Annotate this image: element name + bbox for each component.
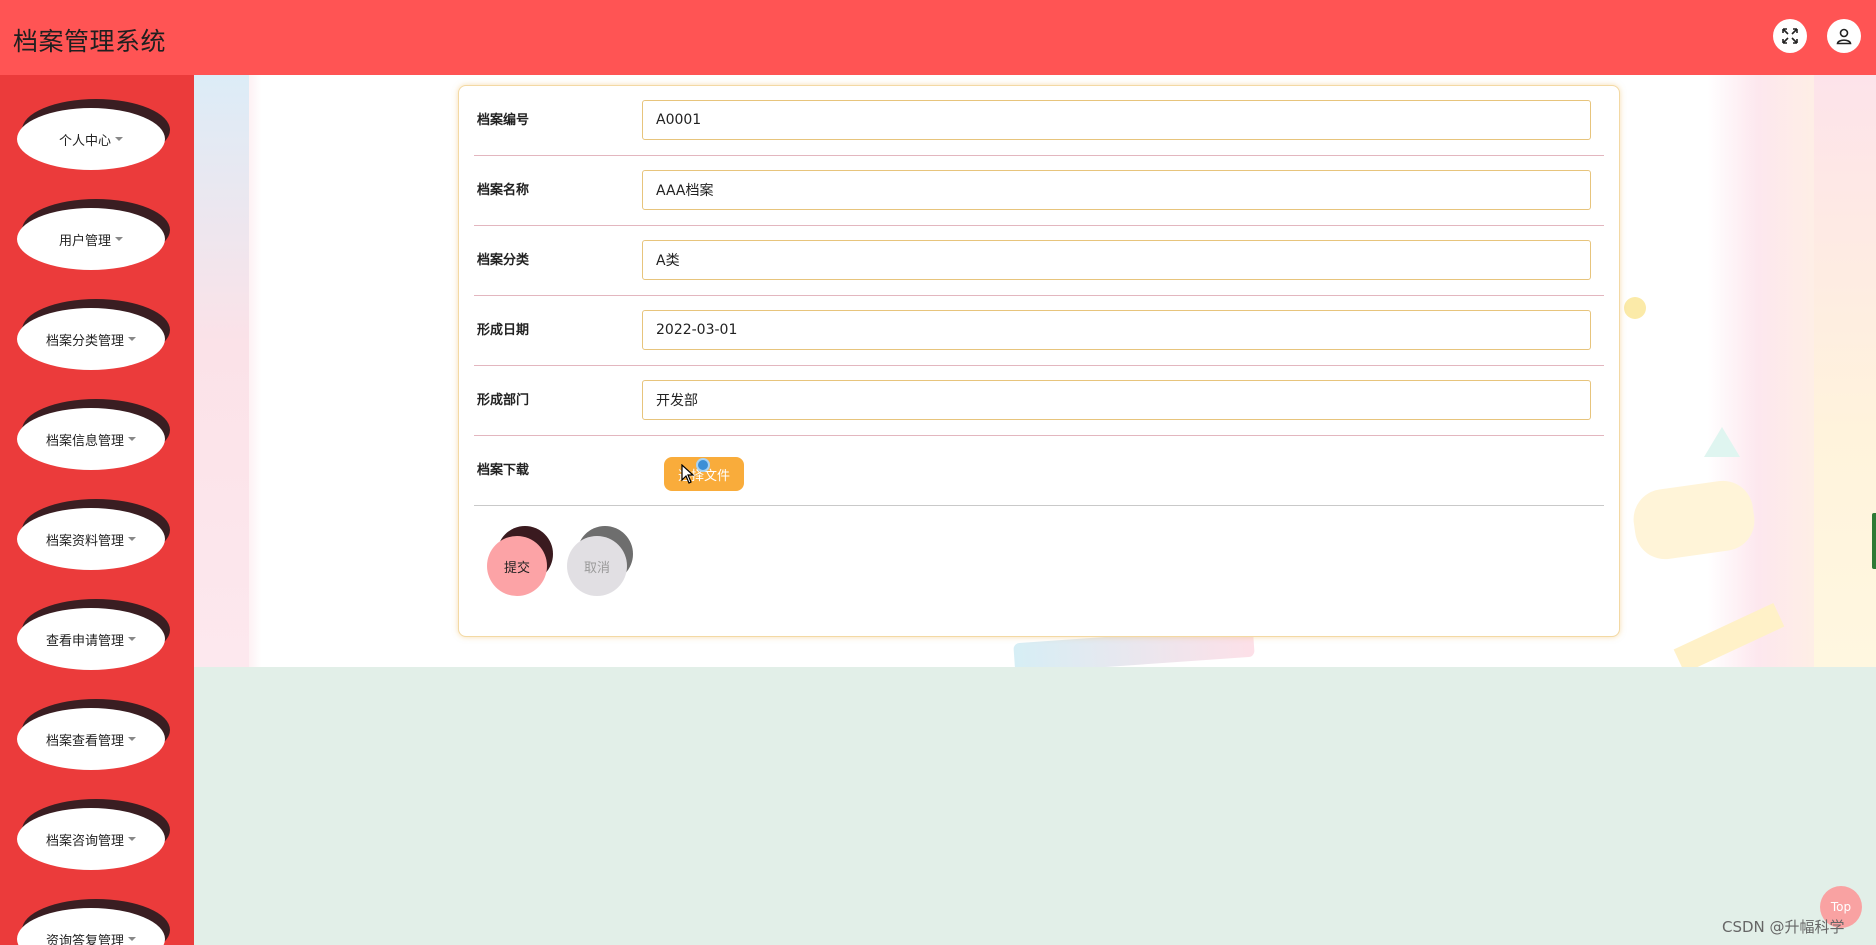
field-label: 档案名称 bbox=[477, 183, 530, 198]
sidebar-item-user-management[interactable]: 用户管理 bbox=[17, 199, 170, 275]
caret-down-icon bbox=[128, 937, 136, 941]
sidebar-item-view-request-management[interactable]: 查看申请管理 bbox=[17, 599, 170, 675]
formation-date-input[interactable] bbox=[642, 310, 1591, 350]
top-header: 档案管理系统 bbox=[0, 0, 1876, 75]
sidebar-item-archive-info-management[interactable]: 档案信息管理 bbox=[17, 399, 170, 475]
cursor-loading-icon bbox=[696, 458, 710, 472]
field-label: 档案分类 bbox=[477, 253, 530, 268]
sidebar-item-label: 档案资料管理 bbox=[45, 533, 124, 549]
decor-dot bbox=[1624, 297, 1646, 319]
sidebar-item-label: 资询答复管理 bbox=[45, 933, 124, 945]
sidebar-item-archive-material-management[interactable]: 档案资料管理 bbox=[17, 499, 170, 575]
sidebar-item-label: 个人中心 bbox=[58, 133, 111, 149]
field-label: 档案下载 bbox=[477, 463, 530, 478]
caret-down-icon bbox=[128, 737, 136, 741]
form-row-archive-name: 档案名称 bbox=[474, 156, 1604, 226]
cancel-button-wrap: 取消 bbox=[567, 526, 637, 596]
fullscreen-icon bbox=[1782, 28, 1798, 44]
form-row-archive-number: 档案编号 bbox=[474, 86, 1604, 156]
sidebar-item-label: 用户管理 bbox=[58, 233, 111, 249]
fullscreen-button[interactable] bbox=[1773, 19, 1807, 53]
mouse-cursor-icon bbox=[681, 464, 695, 484]
decor-shape bbox=[1629, 476, 1759, 564]
sidebar-item-personal-center[interactable]: 个人中心 bbox=[17, 99, 170, 175]
right-edge-tab[interactable] bbox=[1872, 513, 1876, 569]
archive-name-input[interactable] bbox=[642, 170, 1591, 210]
sidebar-item-reply-management[interactable]: 资询答复管理 bbox=[17, 899, 170, 945]
sidebar-item-archive-view-management[interactable]: 档案查看管理 bbox=[17, 699, 170, 775]
app-title: 档案管理系统 bbox=[13, 27, 167, 56]
form-row-archive-category: 档案分类 bbox=[474, 226, 1604, 296]
sidebar-item-category-management[interactable]: 档案分类管理 bbox=[17, 299, 170, 375]
caret-down-icon bbox=[115, 137, 123, 141]
sidebar-item-label: 查看申请管理 bbox=[45, 633, 124, 649]
cancel-button[interactable]: 取消 bbox=[567, 536, 627, 596]
caret-down-icon bbox=[128, 837, 136, 841]
sidebar-item-label: 档案咨询管理 bbox=[45, 833, 124, 849]
sidebar-item-label: 档案查看管理 bbox=[45, 733, 124, 749]
sidebar-item-consult-management[interactable]: 档案咨询管理 bbox=[17, 799, 170, 875]
archive-number-input[interactable] bbox=[642, 100, 1591, 140]
form-row-archive-download: 档案下载 选择文件 bbox=[474, 436, 1604, 506]
user-button[interactable] bbox=[1827, 19, 1861, 53]
caret-down-icon bbox=[128, 537, 136, 541]
decor-left-strip bbox=[194, 75, 249, 667]
form-row-formation-date: 形成日期 bbox=[474, 296, 1604, 366]
decor-yellow bbox=[1673, 602, 1785, 667]
field-label: 形成日期 bbox=[477, 323, 530, 338]
user-icon bbox=[1836, 28, 1852, 45]
formation-department-input[interactable] bbox=[642, 380, 1591, 420]
sidebar: 个人中心 用户管理 档案分类管理 档案信息管理 档案资料管理 查看申请管理 档案… bbox=[0, 75, 194, 945]
archive-category-input[interactable] bbox=[642, 240, 1591, 280]
field-label: 形成部门 bbox=[477, 393, 530, 408]
submit-button-wrap: 提交 bbox=[487, 526, 557, 596]
caret-down-icon bbox=[115, 237, 123, 241]
caret-down-icon bbox=[128, 337, 136, 341]
caret-down-icon bbox=[128, 437, 136, 441]
field-label: 档案编号 bbox=[477, 113, 530, 128]
decor-triangle bbox=[1704, 427, 1740, 457]
decor-right-strip bbox=[1814, 75, 1876, 667]
submit-button[interactable]: 提交 bbox=[487, 536, 547, 596]
form-row-formation-department: 形成部门 bbox=[474, 366, 1604, 436]
watermark: CSDN @升幅科学 bbox=[1722, 918, 1845, 936]
caret-down-icon bbox=[128, 637, 136, 641]
archive-form-card: 档案编号 档案名称 档案分类 形成日期 形成部门 档案下载 选择文件 提交 取消 bbox=[458, 85, 1620, 637]
sidebar-item-label: 档案分类管理 bbox=[45, 333, 124, 349]
sidebar-item-label: 档案信息管理 bbox=[45, 433, 124, 449]
